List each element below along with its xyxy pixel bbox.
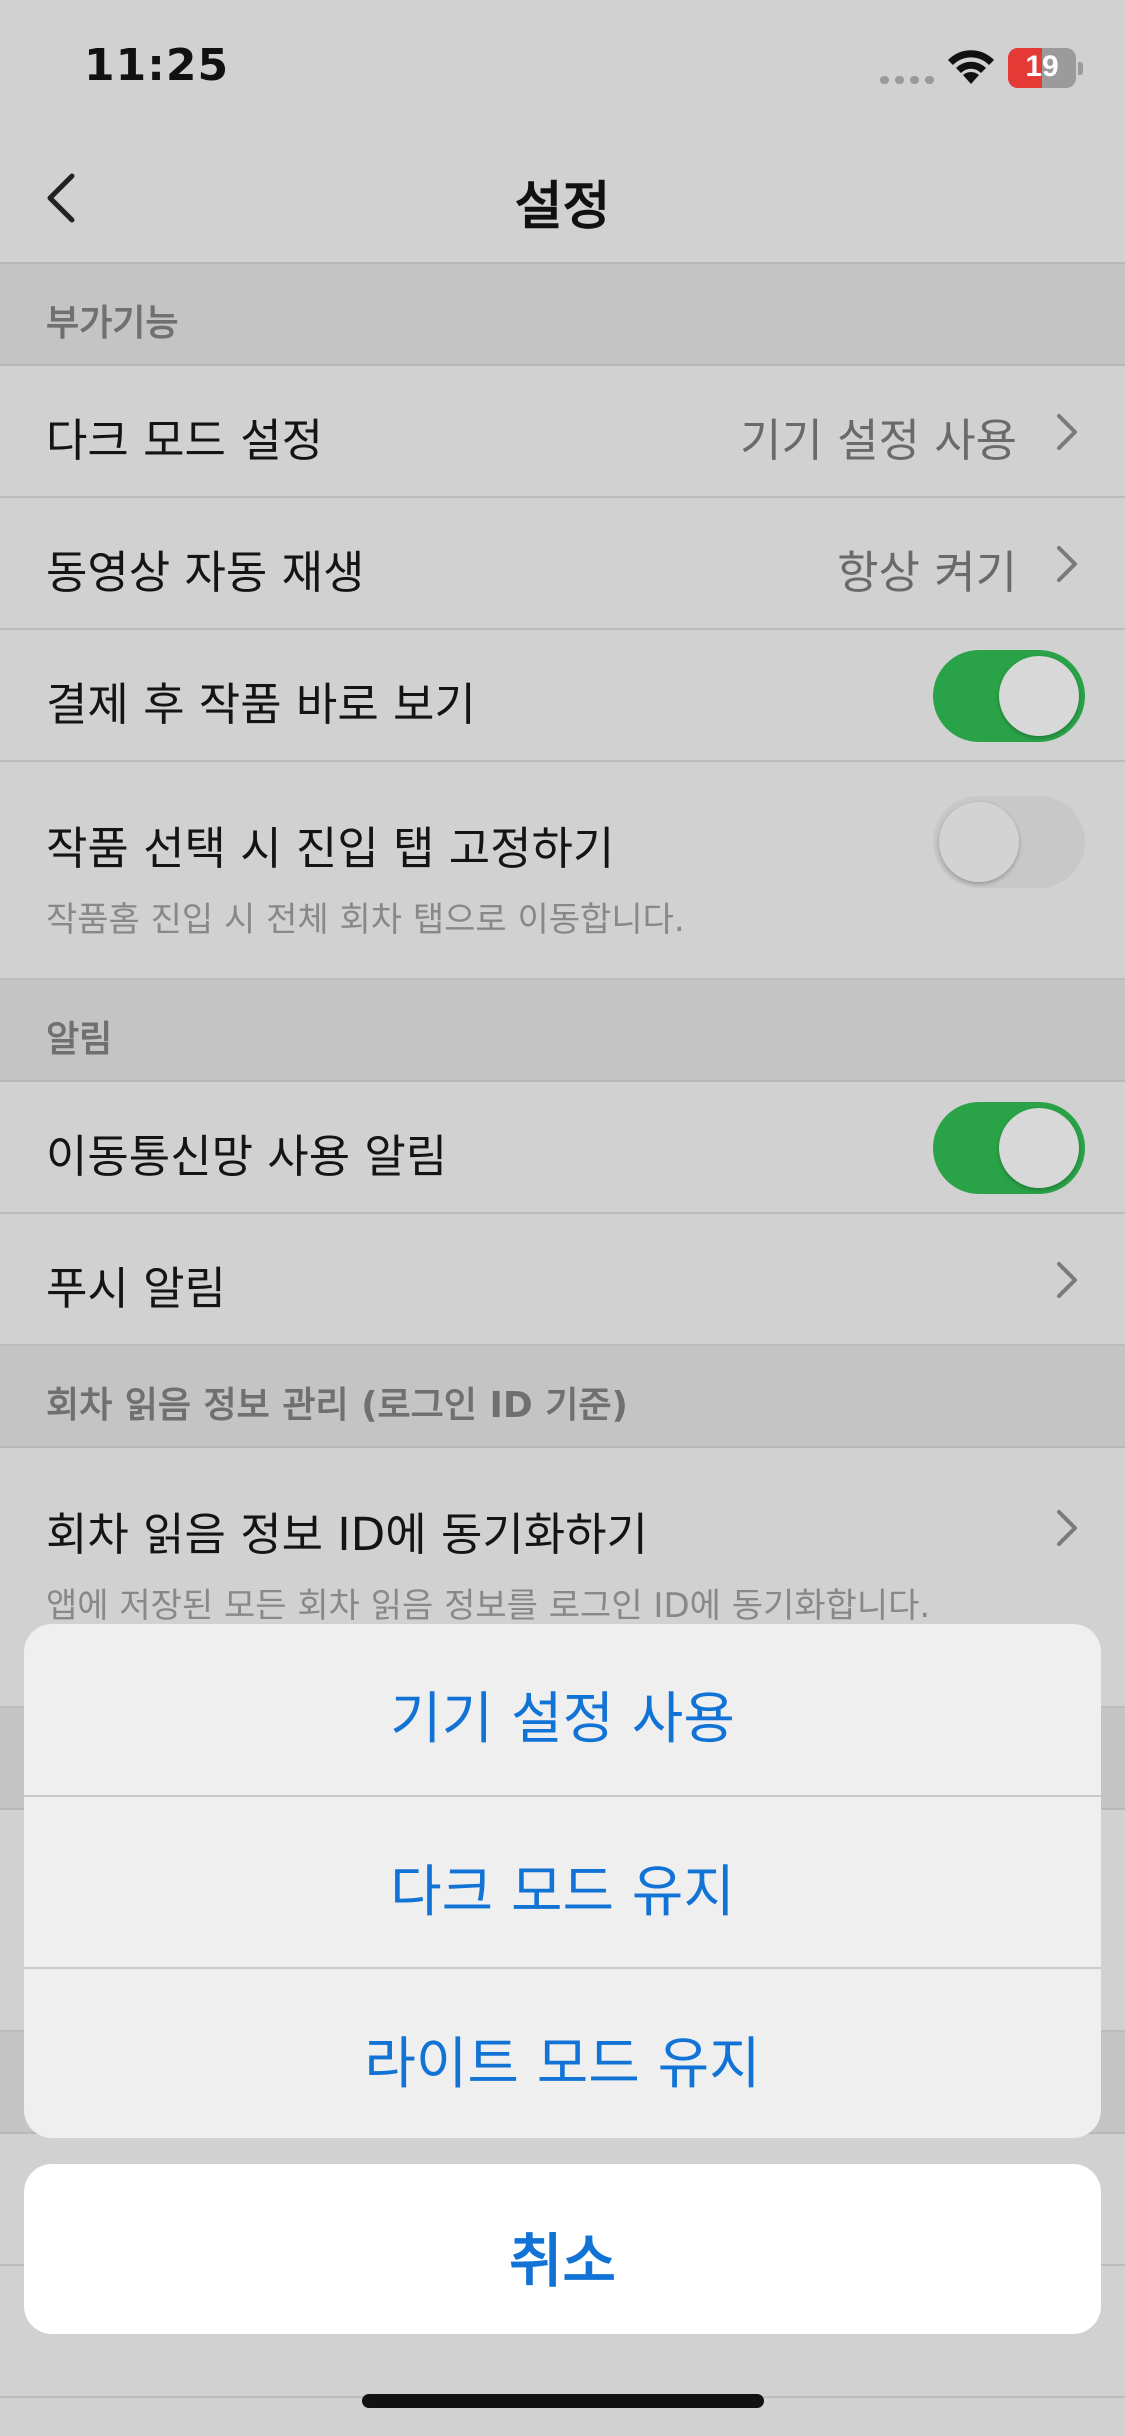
battery-icon: 19 xyxy=(1008,48,1076,88)
page-title: 설정 xyxy=(514,177,611,237)
chevron-right-icon xyxy=(1057,414,1077,450)
section-header-label: 알림 xyxy=(46,1019,113,1060)
battery-cap xyxy=(1078,62,1083,75)
option-label: 라이트 모드 유지 xyxy=(364,2032,761,2097)
row-label: 다크 모드 설정 xyxy=(46,414,324,467)
dark-mode-action-sheet: 기기 설정 사용 다크 모드 유지 라이트 모드 유지 xyxy=(24,1624,1101,2138)
row-push-alert[interactable]: 푸시 알림 xyxy=(0,1214,1125,1346)
row-video-autoplay[interactable]: 동영상 자동 재생 항상 켜기 xyxy=(0,498,1125,630)
wifi-icon xyxy=(948,50,994,84)
chevron-right-icon xyxy=(1057,1262,1077,1298)
status-bar: 11:25 19 xyxy=(0,0,1125,132)
row-view-after-purchase: 결제 후 작품 바로 보기 xyxy=(0,630,1125,762)
fix-entry-tab-toggle[interactable] xyxy=(933,796,1085,888)
section-header-label: 회차 읽음 정보 관리 (로그인 ID 기준) xyxy=(46,1385,628,1426)
option-label: 다크 모드 유지 xyxy=(390,1860,735,1925)
battery-level-text: 19 xyxy=(1025,50,1059,83)
section-header-alerts: 알림 xyxy=(0,980,1125,1082)
row-label: 결제 후 작품 바로 보기 xyxy=(46,678,476,731)
row-label: 회차 읽음 정보 ID에 동기화하기 xyxy=(46,1508,648,1561)
chevron-right-icon xyxy=(1057,546,1077,582)
option-keep-light-mode[interactable]: 라이트 모드 유지 xyxy=(24,1969,1101,2138)
row-fix-entry-tab: 작품 선택 시 진입 탭 고정하기 작품홈 진입 시 전체 회차 탭으로 이동합… xyxy=(0,762,1125,980)
row-label: 동영상 자동 재생 xyxy=(46,546,365,599)
toggle-knob xyxy=(999,656,1079,736)
row-label: 작품 선택 시 진입 탭 고정하기 xyxy=(46,822,615,875)
mobile-data-alert-toggle[interactable] xyxy=(933,1102,1085,1194)
option-label: 기기 설정 사용 xyxy=(390,1687,735,1752)
row-description: 작품홈 진입 시 전체 회차 탭으로 이동합니다. xyxy=(46,900,685,940)
row-dark-mode[interactable]: 다크 모드 설정 기기 설정 사용 xyxy=(0,366,1125,498)
view-after-purchase-toggle[interactable] xyxy=(933,650,1085,742)
section-header-extra: 부가기능 xyxy=(0,264,1125,366)
navigation-bar: 설정 xyxy=(0,132,1125,264)
option-keep-dark-mode[interactable]: 다크 모드 유지 xyxy=(24,1797,1101,1969)
cancel-label: 취소 xyxy=(509,2227,616,2295)
row-value: 항상 켜기 xyxy=(837,546,1017,599)
toggle-knob xyxy=(939,802,1019,882)
status-time: 11:25 xyxy=(84,40,230,91)
chevron-right-icon xyxy=(1057,1510,1077,1546)
home-indicator xyxy=(362,2394,764,2408)
section-header-label: 부가기능 xyxy=(46,303,179,344)
cellular-signal-icon xyxy=(880,76,934,84)
settings-screen: 11:25 19 설정 부가기능 다크 모드 설정 기기 설정 사용 동영상 자… xyxy=(0,0,1125,2436)
option-use-device-setting[interactable]: 기기 설정 사용 xyxy=(24,1624,1101,1796)
row-mobile-data-alert: 이동통신망 사용 알림 xyxy=(0,1082,1125,1214)
row-value: 기기 설정 사용 xyxy=(739,414,1017,467)
row-label: 푸시 알림 xyxy=(46,1262,226,1315)
cancel-button[interactable]: 취소 xyxy=(24,2164,1101,2334)
toggle-knob xyxy=(999,1108,1079,1188)
row-label: 이동통신망 사용 알림 xyxy=(46,1130,448,1183)
row-description: 앱에 저장된 모든 회차 읽음 정보를 로그인 ID에 동기화합니다. xyxy=(46,1586,931,1626)
section-header-reading: 회차 읽음 정보 관리 (로그인 ID 기준) xyxy=(0,1346,1125,1448)
